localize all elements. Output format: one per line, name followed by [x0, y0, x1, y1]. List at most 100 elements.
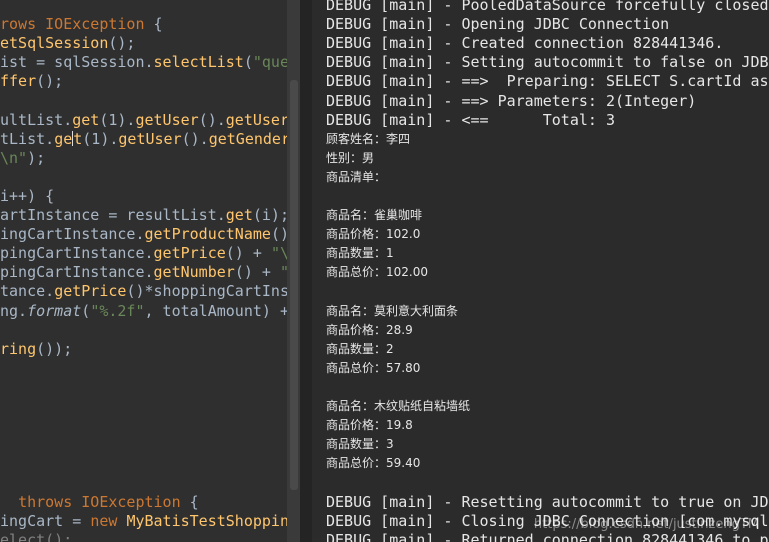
code-token: pingCartInstance. [0, 244, 154, 263]
code-line: rows IOException { [0, 15, 163, 34]
console-line: DEBUG [main] - Resetting autocommit to t… [326, 492, 769, 511]
console-line: DEBUG [main] - <== Total: 3 [326, 110, 615, 129]
editor-scrollbar[interactable] [287, 0, 300, 542]
console-line: 商品名：木纹贴纸自粘墙纸 [326, 399, 471, 414]
code-line: ingCart = new MyBatisTestShopping [0, 512, 287, 531]
console-line: DEBUG [main] - ==> Parameters: 2(Integer… [326, 91, 697, 110]
code-token: format [27, 301, 82, 320]
code-token: etSqlSession [0, 34, 109, 53]
code-token: getUser [225, 110, 287, 129]
code-token: rows [0, 15, 46, 33]
code-line: ultList.get(1).getUser().getUser [0, 111, 287, 130]
console-line: 商品名：雀巢咖啡 [326, 208, 423, 223]
code-token: ()); [36, 339, 73, 358]
code-line: ffer(); [0, 72, 63, 91]
console-line: DEBUG [main] - ==> Preparing: SELECT S.c… [326, 72, 769, 91]
code-token: getPrice [153, 244, 226, 263]
code-line: etSqlSession(); [0, 34, 135, 53]
console-line: DEBUG [main] - Opening JDBC Connection [326, 15, 670, 34]
code-token: get [225, 206, 253, 224]
code-token: (1). [99, 110, 136, 129]
code-token: (). [198, 110, 226, 129]
code-token: MyBatisTestShopping [126, 511, 287, 530]
console-line: 商品数量：3 [326, 437, 394, 452]
console-line: DEBUG [main] - PooledDataSource forceful… [326, 0, 769, 14]
code-token: ); [27, 148, 46, 167]
code-token: IOException [81, 492, 181, 511]
code-line: tance.getPrice()*shoppingCartIns [0, 282, 287, 301]
panel-divider[interactable] [300, 0, 312, 542]
code-token: ( [243, 53, 253, 72]
code-line: pingCartInstance.getNumber() + " [0, 263, 287, 282]
code-token: IOException [45, 15, 145, 33]
console-line: 商品价格：102.0 [326, 227, 421, 242]
code-token: { [180, 492, 199, 511]
code-token: elect(); [0, 530, 73, 542]
code-token: { [144, 15, 163, 33]
editor-scrollbar-thumb[interactable] [290, 80, 298, 490]
code-line: tList.get(1).getUser().getGender [0, 130, 287, 149]
console-output[interactable]: DEBUG [main] - PooledDataSource forceful… [312, 0, 769, 542]
code-token: \n" [0, 148, 28, 167]
console-line: 性别：男 [326, 150, 375, 165]
code-token: getUser [118, 129, 182, 148]
code-token: get [72, 110, 100, 129]
code-token: getProductName [144, 225, 271, 244]
code-token: new [90, 511, 127, 530]
code-line: throws IOException { [0, 493, 199, 512]
code-token: t [73, 129, 83, 148]
code-token: ge [54, 129, 73, 148]
code-token: () [270, 225, 287, 244]
code-editor[interactable]: rows IOException {etSqlSession(); ist = s… [0, 0, 287, 542]
code-token: tance. [0, 282, 55, 301]
console-line: DEBUG [main] - Setting autocommit to fal… [326, 53, 769, 72]
code-token: getUser [135, 110, 199, 129]
console-line: DEBUG [main] - Returned connection 82844… [326, 530, 769, 542]
code-token: ()*shoppingCartIns [126, 282, 287, 301]
code-token: ingCartInstance. [0, 225, 145, 244]
code-token: getGender [208, 129, 287, 148]
code-token: getPrice [54, 282, 127, 301]
code-token: ingCart = [0, 511, 91, 530]
code-token: ist = sqlSession. [0, 53, 154, 72]
console-line: DEBUG [main] - Created connection 828441… [326, 34, 724, 53]
code-token: (); [36, 72, 64, 91]
console-line: 商品数量：1 [326, 246, 394, 261]
code-token: ffer [0, 72, 37, 91]
code-token: (). [181, 129, 209, 148]
console-line: 商品数量：2 [326, 341, 394, 356]
code-line: artInstance = resultList.get(i); [0, 206, 287, 225]
console-line: 商品清单： [326, 169, 387, 184]
code-token: , totalAmount) + [144, 301, 288, 320]
code-line: i++) { [0, 187, 54, 206]
console-line: 商品价格：28.9 [326, 322, 413, 337]
code-line: ng.format("%.2f", totalAmount) + [0, 302, 287, 321]
code-token: "que [252, 53, 287, 72]
code-token: throws [18, 492, 82, 511]
code-line: pingCartInstance.getPrice() + "\ [0, 244, 287, 263]
code-token: (i); [252, 206, 287, 224]
code-token: (); [108, 34, 136, 53]
console-line: 商品名：莫利意大利面条 [326, 303, 459, 318]
code-token: ultList. [0, 110, 73, 129]
code-line: ring()); [0, 340, 72, 359]
code-token: tList. [0, 129, 55, 148]
code-line: \n"); [0, 149, 45, 168]
console-line: 商品总价：59.40 [326, 456, 421, 471]
code-token: " [280, 263, 287, 281]
code-token: i++) { [0, 186, 55, 205]
code-token: artInstance = resultList. [0, 206, 226, 224]
code-token: ( [81, 301, 91, 320]
code-line: ist = sqlSession.selectList("que [0, 53, 287, 72]
code-token: ng. [0, 301, 28, 320]
code-token: ring [0, 339, 37, 358]
console-line: 商品总价：102.00 [326, 265, 428, 280]
code-token: selectList [153, 53, 244, 72]
code-line: elect(); [0, 531, 72, 542]
code-token: "\ [270, 244, 287, 263]
code-token: "%.2f" [90, 301, 145, 320]
code-token: () + [225, 244, 271, 263]
console-line: 商品价格：19.8 [326, 418, 413, 433]
console-line: 顾客姓名：李四 [326, 131, 411, 146]
